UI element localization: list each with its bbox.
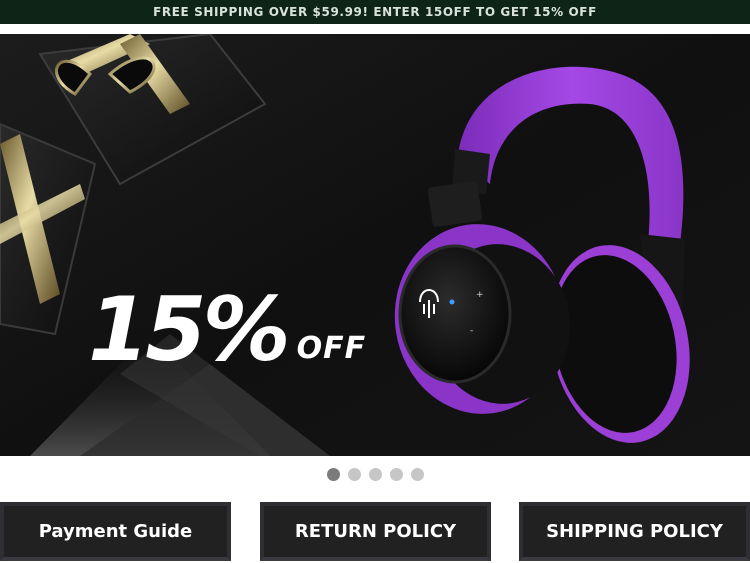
carousel-indicators (0, 468, 750, 484)
discount-percent: 15% (88, 278, 291, 381)
shipping-policy-button[interactable]: SHIPPING POLICY (519, 502, 750, 561)
promo-bar: FREE SHIPPING OVER $59.99! ENTER 15OFF T… (0, 0, 750, 24)
carousel-dot-4[interactable] (389, 468, 403, 481)
promo-text: FREE SHIPPING OVER $59.99! ENTER 15OFF T… (153, 5, 597, 19)
carousel-dot-5[interactable] (410, 468, 424, 481)
svg-text:+: + (476, 290, 484, 300)
payment-guide-button[interactable]: Payment Guide (0, 502, 231, 561)
discount-off-label: OFF (296, 331, 367, 366)
carousel-dot-2[interactable] (347, 468, 361, 481)
hero-banner[interactable]: + - 15% OFF (0, 34, 750, 456)
return-policy-button[interactable]: RETURN POLICY (260, 502, 491, 561)
carousel-dot-3[interactable] (368, 468, 382, 481)
carousel-dot-1[interactable] (326, 468, 340, 481)
svg-text:-: - (470, 326, 473, 336)
discount-headline: 15% OFF (88, 264, 366, 374)
hero-artwork: + - (0, 34, 750, 456)
